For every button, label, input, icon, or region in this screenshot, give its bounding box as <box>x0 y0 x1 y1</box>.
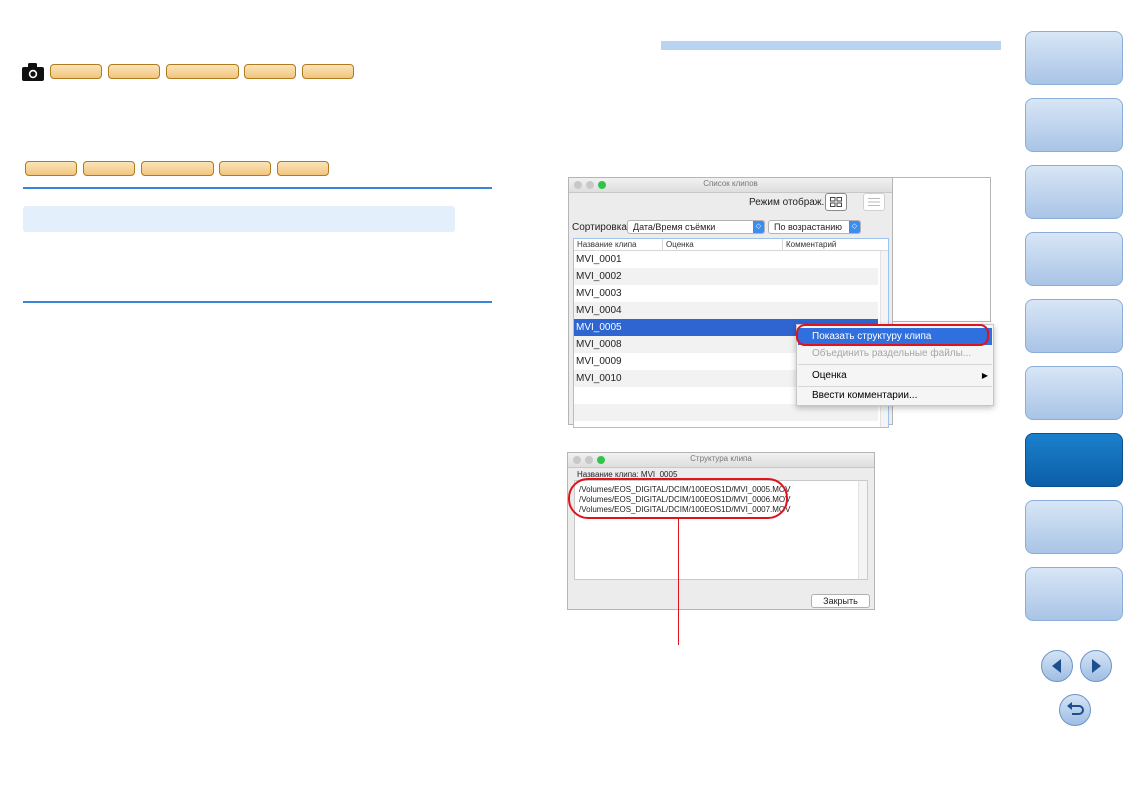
submenu-arrow-icon: ▶ <box>981 371 988 380</box>
heading-bar <box>661 41 1001 50</box>
arrow-left-icon <box>1052 659 1061 673</box>
scrollbar[interactable] <box>858 481 867 579</box>
list-header: Название клипа Оценка Комментарий <box>574 239 888 251</box>
column-header-name[interactable]: Название клипа <box>577 239 636 250</box>
camera-icon <box>22 63 44 81</box>
list-item[interactable]: MVI_0002 <box>574 268 878 285</box>
list-item-empty <box>574 404 878 421</box>
chevron-updown-icon: ◇ <box>849 221 860 233</box>
model-tag <box>25 161 77 176</box>
model-tag <box>166 64 239 79</box>
list-item[interactable]: MVI_0003 <box>574 285 878 302</box>
sort-by-select[interactable]: Дата/Время съёмки ◇ <box>627 220 765 234</box>
arrow-right-icon <box>1092 659 1101 673</box>
nav-tab[interactable] <box>1025 232 1123 286</box>
list-view-button[interactable] <box>863 193 885 211</box>
section-heading-bar <box>23 206 455 232</box>
model-tag <box>108 64 160 79</box>
nav-tab[interactable] <box>1025 31 1123 85</box>
title-bar: Структура клипа <box>568 453 874 468</box>
model-tag <box>277 161 329 176</box>
chevron-updown-icon: ◇ <box>753 221 764 233</box>
sort-label: Сортировка <box>572 222 627 233</box>
grid-view-icon <box>830 197 842 207</box>
view-mode-label: Режим отображ.: <box>749 197 828 208</box>
section-divider <box>23 301 492 303</box>
title-bar: Список клипов <box>569 178 892 193</box>
model-tag <box>219 161 271 176</box>
sort-order-select[interactable]: По возрастанию ◇ <box>768 220 861 234</box>
previous-page-button[interactable] <box>1041 650 1073 682</box>
close-button[interactable]: Закрыть <box>811 594 870 608</box>
menu-item-enter-comment[interactable]: Ввести комментарии... <box>798 387 992 404</box>
background-window-edge <box>893 177 991 322</box>
window-title: Структура клипа <box>690 454 752 463</box>
return-icon <box>1067 702 1084 715</box>
menu-item-merge-split-files: Объединить раздельные файлы... <box>812 348 972 359</box>
nav-tab[interactable] <box>1025 500 1123 554</box>
column-header-comment[interactable]: Комментарий <box>782 239 836 250</box>
section-divider <box>23 187 492 189</box>
next-page-button[interactable] <box>1080 650 1112 682</box>
list-item[interactable]: MVI_0001 <box>574 251 878 268</box>
return-button[interactable] <box>1059 694 1091 726</box>
nav-tab[interactable] <box>1025 299 1123 353</box>
column-header-rating[interactable]: Оценка <box>662 239 694 250</box>
list-view-icon <box>868 198 880 206</box>
menu-item-rating-label: Оценка <box>812 370 847 381</box>
highlight-ring <box>568 478 788 519</box>
menu-separator <box>798 364 992 365</box>
model-tag <box>83 161 135 176</box>
nav-tab[interactable] <box>1025 165 1123 219</box>
model-tag <box>244 64 296 79</box>
highlight-ring <box>796 324 989 346</box>
nav-tab[interactable] <box>1025 567 1123 621</box>
model-tag <box>141 161 214 176</box>
model-tag <box>302 64 354 79</box>
model-tag <box>50 64 102 79</box>
nav-tab-active[interactable] <box>1025 433 1123 487</box>
window-title: Список клипов <box>703 179 758 188</box>
sort-by-value: Дата/Время съёмки <box>633 222 716 232</box>
menu-item-rating[interactable]: Оценка ▶ <box>798 367 992 384</box>
grid-view-button[interactable] <box>825 193 847 211</box>
nav-tab[interactable] <box>1025 98 1123 152</box>
clip-structure-window: Структура клипа Название клипа: MVI_0005… <box>567 452 875 610</box>
callout-line <box>678 519 679 645</box>
nav-tab[interactable] <box>1025 366 1123 420</box>
list-item[interactable]: MVI_0004 <box>574 302 878 319</box>
sort-order-value: По возрастанию <box>774 222 842 232</box>
